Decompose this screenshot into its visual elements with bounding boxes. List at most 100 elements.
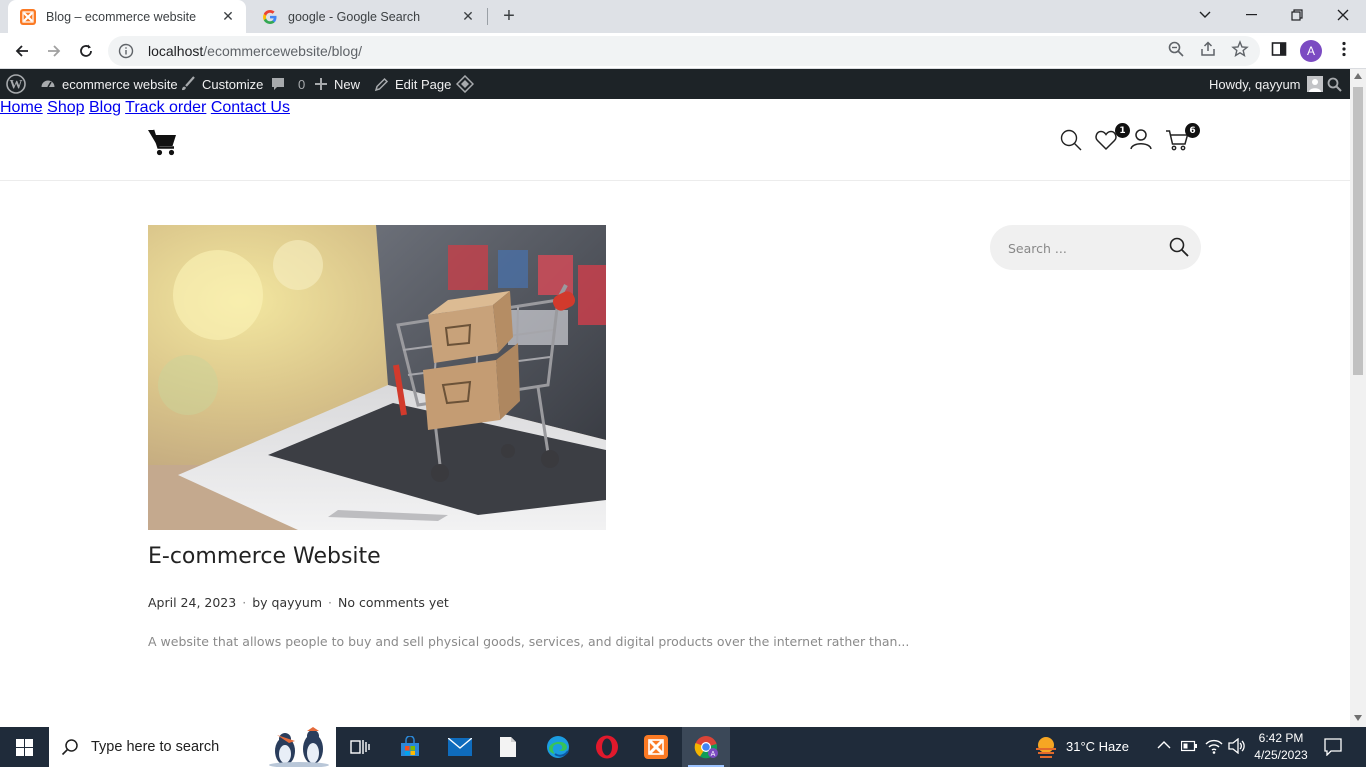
chrome-taskbar-icon[interactable]: A	[682, 727, 730, 767]
edge-browser-icon[interactable]	[534, 727, 582, 767]
browser-tab-strip: Blog – ecommerce website ✕ google - Goog…	[0, 0, 1366, 33]
close-tab-icon[interactable]: ✕	[220, 8, 236, 25]
windows-start-icon[interactable]	[0, 727, 48, 767]
taskbar-search-placeholder: Type here to search	[91, 739, 220, 755]
account-user-icon[interactable]	[1129, 127, 1153, 151]
tab-blog[interactable]: Blog – ecommerce website ✕	[8, 0, 246, 33]
zoom-icon[interactable]	[1167, 40, 1185, 58]
address-bar[interactable]: localhost/ecommercewebsite/blog/	[108, 36, 1260, 66]
tab-search-chevron-icon[interactable]	[1182, 0, 1228, 30]
tab-google[interactable]: google - Google Search ✕	[250, 0, 486, 33]
sidebar-search-icon[interactable]	[1168, 236, 1190, 258]
cart-count-badge: 6	[1185, 123, 1200, 138]
admin-new-label: New	[334, 76, 361, 92]
admin-edit-page-label: Edit Page	[395, 76, 452, 92]
weather-text[interactable]: 31°C Haze	[1066, 739, 1129, 754]
scroll-up-icon[interactable]	[1354, 73, 1362, 79]
minimize-icon[interactable]	[1228, 0, 1274, 30]
pencil-icon	[374, 77, 389, 91]
post-author[interactable]: by qayyum	[252, 595, 322, 610]
new-tab-icon[interactable]: +	[499, 6, 519, 26]
page-scrollbar[interactable]	[1350, 69, 1366, 727]
brush-icon	[182, 76, 195, 91]
sidebar-search	[990, 225, 1201, 270]
profile-avatar[interactable]: A	[1300, 40, 1322, 62]
xampp-icon	[20, 8, 36, 25]
admin-comments-count: 0	[298, 76, 306, 92]
url-host: localhost	[148, 43, 204, 59]
main-nav: Home Shop Blog Track order Contact Us	[0, 99, 1350, 117]
admin-site-name-label: ecommerce website	[62, 76, 178, 92]
task-view-icon[interactable]	[336, 727, 384, 767]
wishlist-count-badge: 1	[1115, 123, 1130, 138]
bookmark-star-icon[interactable]	[1231, 40, 1249, 58]
tab-title: google - Google Search	[288, 9, 421, 24]
dashboard-icon	[41, 80, 55, 88]
restore-icon[interactable]	[1274, 0, 1320, 30]
scrollbar-thumb[interactable]	[1353, 87, 1363, 375]
mail-icon[interactable]	[436, 727, 484, 767]
wp-admin-bar: W ecommerce website Customize 0 New Edit…	[0, 69, 1366, 99]
side-panel-icon[interactable]	[1270, 40, 1288, 58]
close-tab-icon[interactable]: ✕	[460, 8, 476, 25]
more-menu-icon[interactable]	[1335, 40, 1353, 58]
forward-icon[interactable]	[40, 37, 68, 65]
admin-howdy-label: Howdy, qayyum	[1209, 76, 1301, 92]
header-search-icon[interactable]	[1059, 128, 1083, 152]
microsoft-store-icon[interactable]	[386, 727, 434, 767]
clock-time: 6:42 PM	[1258, 731, 1304, 745]
share-icon[interactable]	[1199, 40, 1217, 58]
admin-site-name[interactable]: ecommerce website	[40, 69, 178, 99]
clock-date: 4/25/2023	[1254, 748, 1308, 762]
cart-logo-icon[interactable]	[147, 127, 177, 157]
admin-customize[interactable]: Customize	[180, 69, 263, 99]
close-window-icon[interactable]	[1320, 0, 1366, 30]
admin-search-icon[interactable]	[1327, 69, 1348, 99]
tray-chevron-up-icon[interactable]	[1157, 740, 1171, 750]
admin-edit-page[interactable]: Edit Page	[374, 69, 451, 99]
nav-contact-us[interactable]: Contact Us	[211, 99, 290, 116]
post-excerpt: A website that allows people to buy and …	[148, 634, 910, 649]
scroll-down-icon[interactable]	[1354, 715, 1362, 721]
user-avatar-icon	[1306, 76, 1323, 92]
admin-customize-label: Customize	[202, 76, 264, 92]
weather-haze-icon[interactable]	[1034, 735, 1058, 759]
taskbar-clock[interactable]: 6:42 PM 4/25/2023	[1248, 730, 1314, 764]
admin-new[interactable]: New	[314, 69, 360, 99]
wordpress-logo-icon[interactable]: W	[6, 69, 32, 99]
admin-howdy[interactable]: Howdy, qayyum	[1209, 69, 1329, 99]
opera-browser-icon[interactable]	[583, 727, 631, 767]
nav-shop[interactable]: Shop	[47, 99, 84, 116]
nav-track-order[interactable]: Track order	[125, 99, 206, 116]
svg-text:W: W	[10, 77, 23, 92]
svg-text:A: A	[711, 751, 716, 758]
nav-blog[interactable]: Blog	[89, 99, 121, 116]
volume-icon[interactable]	[1228, 738, 1246, 754]
penguins-illustration-icon	[269, 727, 329, 767]
site-info-icon[interactable]	[118, 43, 134, 59]
xampp-taskbar-icon[interactable]	[632, 727, 680, 767]
post-title[interactable]: E-commerce Website	[148, 544, 381, 569]
sidebar-search-input[interactable]	[1008, 237, 1158, 259]
taskbar-search-box[interactable]: Type here to search	[49, 727, 336, 767]
admin-diamond-icon[interactable]	[456, 69, 480, 99]
plus-icon	[315, 78, 327, 90]
back-icon[interactable]	[8, 37, 36, 65]
notepad-file-icon[interactable]	[484, 727, 532, 767]
windows-taskbar: Type here to search A 31°C Haze 6:42 PM …	[0, 727, 1366, 767]
meta-separator: ·	[328, 595, 332, 610]
reload-icon[interactable]	[72, 37, 100, 65]
taskbar-search-icon	[61, 739, 78, 756]
post-date[interactable]: April 24, 2023	[148, 595, 236, 610]
url-path: /ecommercewebsite/blog/	[203, 43, 363, 59]
admin-comments[interactable]: 0	[270, 69, 305, 99]
google-g-icon	[263, 9, 277, 24]
nav-home[interactable]: Home	[0, 99, 43, 116]
wifi-icon[interactable]	[1205, 738, 1223, 754]
tab-title: Blog – ecommerce website	[46, 9, 197, 24]
post-featured-image[interactable]	[148, 225, 606, 530]
post-comments[interactable]: No comments yet	[338, 595, 449, 610]
page-content: Home Shop Blog Track order Contact Us 1 …	[0, 99, 1350, 727]
battery-icon[interactable]	[1181, 740, 1197, 752]
notification-center-icon[interactable]	[1324, 738, 1342, 756]
